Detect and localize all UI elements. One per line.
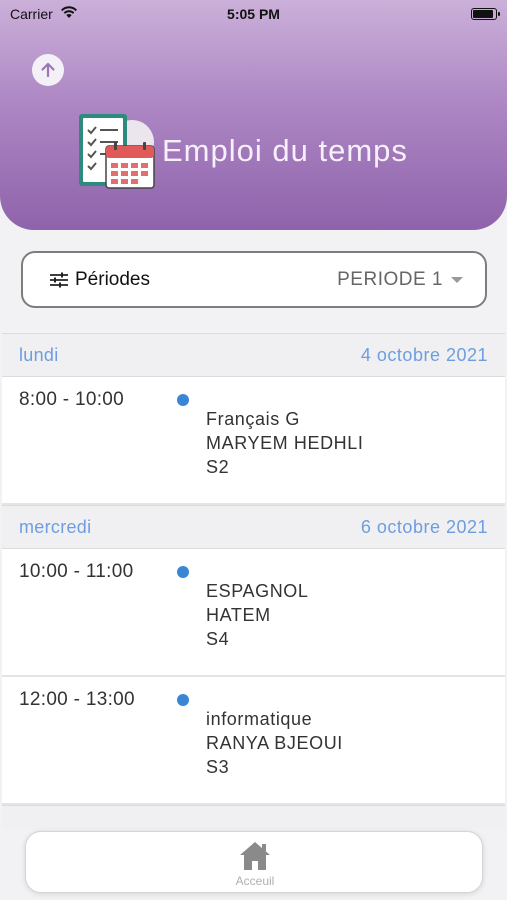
day-date: 6 octobre 2021 bbox=[360, 516, 488, 537]
status-bar: Carrier 5:05 PM bbox=[0, 0, 507, 28]
lesson-item[interactable]: 12:00 - 13:00 informatique RANYA BJEOUI … bbox=[2, 677, 505, 805]
lesson-info: Français G MARYEM HEDHLI S2 bbox=[206, 407, 364, 479]
lesson-teacher: MARYEM HEDHLI bbox=[206, 433, 364, 453]
day-header: mercredi 6 octobre 2021 bbox=[2, 505, 505, 549]
lesson-time: 10:00 - 11:00 bbox=[19, 561, 134, 582]
schedule-calendar-icon bbox=[79, 114, 155, 189]
day-date: 4 octobre 2021 bbox=[360, 344, 488, 365]
period-selector[interactable]: Périodes PERIODE 1 bbox=[21, 251, 487, 308]
period-label: Périodes bbox=[75, 268, 150, 290]
arrow-up-icon bbox=[41, 62, 55, 78]
page-title: Emploi du temps bbox=[162, 133, 408, 168]
day-name: lundi bbox=[19, 344, 59, 365]
period-value: PERIODE 1 bbox=[337, 268, 443, 290]
lesson-item[interactable]: 10:00 - 11:00 ESPAGNOL HATEM S4 bbox=[2, 549, 505, 677]
lesson-subject: informatique bbox=[206, 709, 313, 729]
lesson-teacher: HATEM bbox=[206, 605, 271, 625]
filter-icon bbox=[50, 272, 68, 287]
lesson-room: S3 bbox=[206, 757, 230, 777]
lesson-dot-icon bbox=[177, 394, 189, 406]
tab-home[interactable]: Acceuil bbox=[26, 832, 484, 894]
tab-bar: Acceuil bbox=[25, 831, 483, 893]
schedule-list[interactable]: lundi 4 octobre 2021 8:00 - 10:00 França… bbox=[2, 333, 505, 829]
lesson-subject: ESPAGNOL bbox=[206, 581, 309, 601]
lesson-subject: Français G bbox=[206, 409, 301, 429]
status-time: 5:05 PM bbox=[227, 6, 280, 22]
home-icon bbox=[240, 842, 270, 870]
lesson-dot-icon bbox=[177, 694, 189, 706]
header: Carrier 5:05 PM Emploi du temps bbox=[0, 0, 507, 230]
lesson-time: 8:00 - 10:00 bbox=[19, 389, 125, 410]
tab-home-label: Acceuil bbox=[235, 874, 275, 888]
lesson-item[interactable]: 8:00 - 10:00 Français G MARYEM HEDHLI S2 bbox=[2, 377, 505, 505]
day-header: lundi 4 octobre 2021 bbox=[2, 333, 505, 377]
scroll-up-button[interactable] bbox=[32, 54, 64, 86]
battery-icon bbox=[471, 8, 500, 20]
day-header-partial bbox=[2, 805, 505, 829]
lesson-info: ESPAGNOL HATEM S4 bbox=[206, 579, 309, 651]
caret-down-icon bbox=[451, 276, 463, 283]
lesson-teacher: RANYA BJEOUI bbox=[206, 733, 343, 753]
lesson-time: 12:00 - 13:00 bbox=[19, 689, 135, 710]
lesson-room: S2 bbox=[206, 457, 230, 477]
day-name: mercredi bbox=[19, 516, 92, 537]
lesson-info: informatique RANYA BJEOUI S3 bbox=[206, 707, 343, 779]
lesson-dot-icon bbox=[177, 566, 189, 578]
lesson-room: S4 bbox=[206, 629, 230, 649]
